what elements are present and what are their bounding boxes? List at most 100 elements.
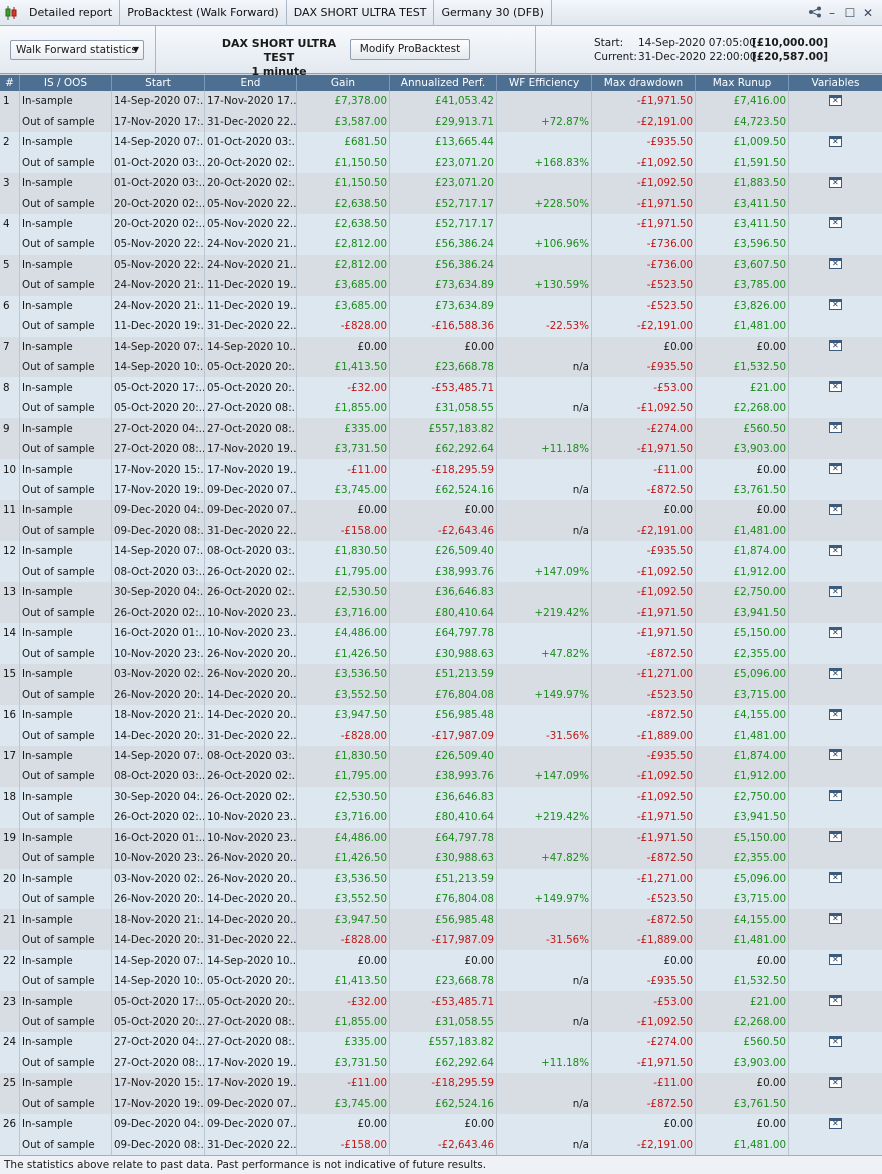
variables-window-icon[interactable] [829,749,842,761]
cell-end: 31-Dec-2020 22... [205,316,297,337]
out-of-sample-row[interactable]: Out of sample 09-Dec-2020 08:... 31-Dec-20… [0,520,882,542]
variables-window-icon[interactable] [829,176,842,188]
out-of-sample-row[interactable]: Out of sample 17-Nov-2020 19:... 09-Dec-20… [0,479,882,501]
out-of-sample-row[interactable]: Out of sample 11-Dec-2020 19:... 31-Dec-20… [0,316,882,337]
variables-window-icon[interactable] [829,299,842,311]
variables-window-icon[interactable] [829,913,842,925]
variables-window-icon[interactable] [829,463,842,475]
variables-window-icon[interactable] [829,135,842,147]
tab-detailed-report[interactable]: Detailed report [22,0,121,26]
tab-strategy-name[interactable]: DAX SHORT ULTRA TEST [287,0,435,26]
share-icon[interactable] [808,6,821,21]
variables-window-icon[interactable] [829,381,842,393]
col-number[interactable]: # [0,75,20,91]
tab-probacktest-walk-forward[interactable]: ProBacktest (Walk Forward) [120,0,287,26]
col-max-runup[interactable]: Max Runup [696,75,789,91]
variables-window-icon[interactable] [829,422,842,434]
in-sample-row[interactable]: 17 In-sample 14-Sep-2020 07:... 08-Oct-2020… [0,745,882,767]
variables-window-icon[interactable] [829,626,842,638]
variables-window-icon[interactable] [829,503,842,515]
in-sample-row[interactable]: 11 In-sample 09-Dec-2020 04:... 09-Dec-2020… [0,500,882,521]
col-is-oos[interactable]: IS / OOS [20,75,112,91]
cell-wf-efficiency [497,213,592,235]
out-of-sample-row[interactable]: Out of sample 08-Oct-2020 03:... 26-Oct-20… [0,766,882,787]
variables-window-icon[interactable] [829,872,842,884]
in-sample-row[interactable]: 12 In-sample 14-Sep-2020 07:... 08-Oct-2020… [0,541,882,562]
tab-instrument[interactable]: Germany 30 (DFB) [434,0,552,26]
variables-window-icon[interactable] [829,94,842,106]
out-of-sample-row[interactable]: Out of sample 27-Oct-2020 08:... 17-Nov-20… [0,438,882,460]
col-gain[interactable]: Gain [297,75,390,91]
out-of-sample-row[interactable]: Out of sample 14-Dec-2020 20:... 31-Dec-20… [0,725,882,746]
in-sample-row[interactable]: 24 In-sample 27-Oct-2020 04:... 27-Oct-2020… [0,1032,882,1053]
in-sample-row[interactable]: 9 In-sample 27-Oct-2020 04:... 27-Oct-2020 … [0,418,882,439]
in-sample-row[interactable]: 10 In-sample 17-Nov-2020 15:... 17-Nov-2020… [0,459,882,480]
in-sample-row[interactable]: 1 In-sample 14-Sep-2020 07:... 17-Nov-2020 … [0,91,882,112]
out-of-sample-row[interactable]: Out of sample 14-Sep-2020 10:... 05-Oct-20… [0,970,882,992]
out-of-sample-row[interactable]: Out of sample 05-Nov-2020 22:... 24-Nov-20… [0,234,882,255]
out-of-sample-row[interactable]: Out of sample 24-Nov-2020 21:... 11-Dec-20… [0,275,882,296]
maximize-icon[interactable]: ☐ [844,6,856,20]
out-of-sample-row[interactable]: Out of sample 05-Oct-2020 20:... 27-Oct-20… [0,1011,882,1033]
variables-window-icon[interactable] [829,544,842,556]
out-of-sample-row[interactable]: Out of sample 26-Nov-2020 20:... 14-Dec-20… [0,888,882,910]
out-of-sample-row[interactable]: Out of sample 26-Oct-2020 02:... 10-Nov-20… [0,807,882,828]
in-sample-row[interactable]: 20 In-sample 03-Nov-2020 02:... 26-Nov-2020… [0,868,882,889]
in-sample-row[interactable]: 22 In-sample 14-Sep-2020 07:... 14-Sep-2020… [0,950,882,971]
in-sample-row[interactable]: 4 In-sample 20-Oct-2020 02:... 05-Nov-2020 … [0,213,882,235]
statistics-dropdown[interactable]: Walk Forward statistics ▼ [10,40,144,60]
out-of-sample-row[interactable]: Out of sample 20-Oct-2020 02:... 05-Nov-20… [0,193,882,214]
out-of-sample-row[interactable]: Out of sample 10-Nov-2020 23:... 26-Nov-20… [0,643,882,664]
out-of-sample-row[interactable]: Out of sample 08-Oct-2020 03:... 26-Oct-20… [0,561,882,583]
col-start[interactable]: Start [112,75,205,91]
in-sample-row[interactable]: 8 In-sample 05-Oct-2020 17:... 05-Oct-2020 … [0,377,882,398]
out-of-sample-row[interactable]: Out of sample 17-Nov-2020 19:... 09-Dec-20… [0,1093,882,1115]
close-icon[interactable]: ✕ [862,6,874,20]
col-annualized-perf[interactable]: Annualized Perf. [390,75,497,91]
in-sample-row[interactable]: 26 In-sample 09-Dec-2020 04:... 09-Dec-2020… [0,1114,882,1135]
variables-window-icon[interactable] [829,790,842,802]
in-sample-row[interactable]: 21 In-sample 18-Nov-2020 21:... 14-Dec-2020… [0,909,882,930]
col-variables[interactable]: Variables [789,75,882,91]
col-end[interactable]: End [205,75,297,91]
variables-window-icon[interactable] [829,1117,842,1129]
variables-window-icon[interactable] [829,1076,842,1088]
out-of-sample-row[interactable]: Out of sample 09-Dec-2020 08:... 31-Dec-20… [0,1134,882,1155]
in-sample-row[interactable]: 14 In-sample 16-Oct-2020 01:... 10-Nov-2020… [0,623,882,644]
in-sample-row[interactable]: 19 In-sample 16-Oct-2020 01:... 10-Nov-2020… [0,827,882,849]
variables-window-icon[interactable] [829,340,842,352]
out-of-sample-row[interactable]: Out of sample 05-Oct-2020 20:... 27-Oct-20… [0,397,882,419]
in-sample-row[interactable]: 7 In-sample 14-Sep-2020 07:... 14-Sep-2020 … [0,336,882,357]
in-sample-row[interactable]: 15 In-sample 03-Nov-2020 02:... 26-Nov-2020… [0,663,882,685]
variables-window-icon[interactable] [829,954,842,966]
out-of-sample-row[interactable]: Out of sample 14-Sep-2020 10:... 05-Oct-20… [0,356,882,378]
minimize-icon[interactable]: – [826,6,838,20]
in-sample-row[interactable]: 3 In-sample 01-Oct-2020 03:... 20-Oct-2020 … [0,172,882,194]
in-sample-row[interactable]: 13 In-sample 30-Sep-2020 04:... 26-Oct-2020… [0,582,882,603]
out-of-sample-row[interactable]: Out of sample 26-Oct-2020 02:... 10-Nov-20… [0,602,882,623]
out-of-sample-row[interactable]: Out of sample 01-Oct-2020 03:... 20-Oct-20… [0,152,882,173]
variables-window-icon[interactable] [829,258,842,270]
col-wf-efficiency[interactable]: WF Efficiency [497,75,592,91]
variables-window-icon[interactable] [829,667,842,679]
variables-window-icon[interactable] [829,831,842,843]
out-of-sample-row[interactable]: Out of sample 14-Dec-2020 20:... 31-Dec-20… [0,929,882,951]
in-sample-row[interactable]: 16 In-sample 18-Nov-2020 21:... 14-Dec-2020… [0,704,882,726]
out-of-sample-row[interactable]: Out of sample 10-Nov-2020 23:... 26-Nov-20… [0,848,882,869]
in-sample-row[interactable]: 6 In-sample 24-Nov-2020 21:... 11-Dec-2020 … [0,295,882,317]
out-of-sample-row[interactable]: Out of sample 17-Nov-2020 17:... 31-Dec-20… [0,111,882,132]
variables-window-icon[interactable] [829,585,842,597]
variables-window-icon[interactable] [829,217,842,229]
in-sample-row[interactable]: 23 In-sample 05-Oct-2020 17:... 05-Oct-2020… [0,991,882,1012]
variables-window-icon[interactable] [829,995,842,1007]
modify-probacktest-button[interactable]: Modify ProBacktest [350,39,470,60]
col-max-drawdown[interactable]: Max drawdown [592,75,696,91]
out-of-sample-row[interactable]: Out of sample 26-Nov-2020 20:... 14-Dec-20… [0,684,882,705]
in-sample-row[interactable]: 25 In-sample 17-Nov-2020 15:... 17-Nov-2020… [0,1073,882,1094]
variables-window-icon[interactable] [829,1035,842,1047]
in-sample-row[interactable]: 5 In-sample 05-Nov-2020 22:... 24-Nov-2020 … [0,254,882,276]
in-sample-row[interactable]: 2 In-sample 14-Sep-2020 07:... 01-Oct-2020 … [0,131,882,153]
out-of-sample-row[interactable]: Out of sample 27-Oct-2020 08:... 17-Nov-20… [0,1052,882,1074]
in-sample-row[interactable]: 18 In-sample 30-Sep-2020 04:... 26-Oct-2020… [0,786,882,808]
variables-window-icon[interactable] [829,708,842,720]
